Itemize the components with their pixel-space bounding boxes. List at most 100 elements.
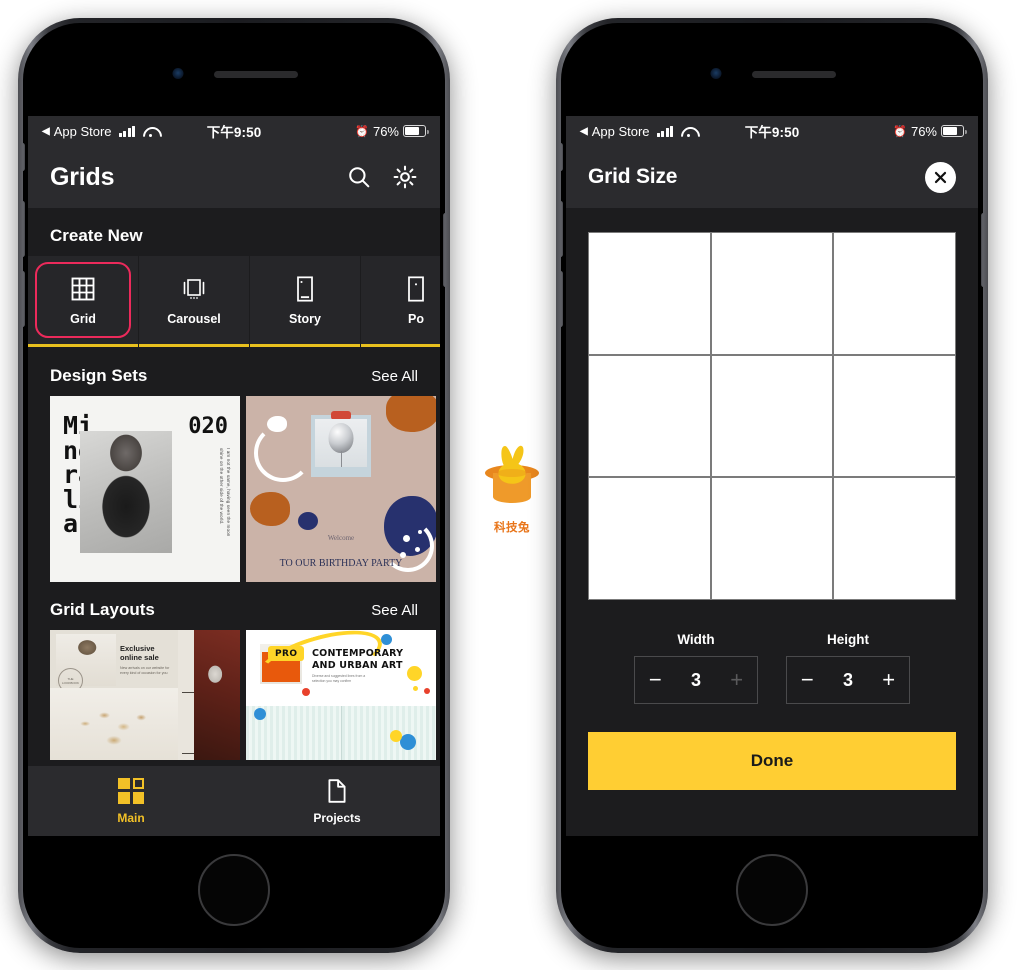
create-card-story[interactable]: Story [250,256,361,344]
decorative-dot [400,734,416,750]
home-button[interactable] [198,854,270,926]
earpiece-speaker [752,71,836,78]
battery-percent: 76% [910,123,937,139]
grid-cell[interactable] [711,233,833,354]
tab-label: Projects [313,810,361,825]
power-button[interactable] [443,213,445,287]
wifi-icon [143,126,158,138]
status-right: ⏰ 76% [355,124,429,139]
layout-headline: Exclusive online sale [120,644,159,663]
create-card-label: Carousel [167,311,221,326]
grid-cell[interactable] [589,478,710,599]
decorative-dot [254,708,266,720]
decorative-dot [390,730,402,742]
alarm-icon: ⏰ [893,125,907,138]
carrier-label: App Store [591,123,650,139]
home-button[interactable] [736,854,808,926]
create-new-row[interactable]: Grid Carousel Story Po [28,256,440,344]
see-all-grid-layouts[interactable]: See All [371,602,418,619]
silent-switch[interactable] [23,143,25,171]
height-label: Height [827,632,869,647]
grid-cell[interactable] [711,355,833,477]
width-stepper[interactable]: − 3 + [634,656,758,704]
create-card-label: Story [289,311,321,326]
decorative-dot [381,634,392,645]
earpiece-speaker [214,71,298,78]
status-time: 下午9:50 [744,125,800,140]
volume-down-button[interactable] [23,271,25,327]
layout-card-exclusive-sale[interactable]: Exclusive online sale New arrivals on our… [50,630,240,760]
done-button[interactable]: Done [588,732,956,790]
width-decrement-button[interactable]: − [635,669,676,691]
screen-left: ◀ App Store 下午9:50 ⏰ 76% Grids Create Ne… [28,116,440,836]
tab-bar: Main Projects [28,766,440,836]
grid-cell[interactable] [589,355,710,477]
design-card-birthday[interactable]: Welcome TO OUR BIRTHDAY PARTY [246,396,436,582]
width-label: Width [677,632,715,647]
height-stepper[interactable]: − 3 + [786,656,910,704]
stepper-row: Width − 3 + Height − 3 + [588,632,956,704]
signal-bars-icon [118,125,136,137]
layout-subtext: Diverse and suggested lines from a selec… [312,674,366,684]
grid-preview[interactable] [588,232,956,600]
grid-cell[interactable] [834,233,955,354]
watermark: 科技兔 [478,440,546,535]
nav-actions [346,164,418,190]
grid-icon [71,277,95,300]
gear-icon[interactable] [392,164,418,190]
volume-down-button[interactable] [561,271,563,327]
grid-cell[interactable] [589,233,710,354]
content-right: Width − 3 + Height − 3 + Done [566,208,978,836]
decorative-dot [424,688,430,694]
post-icon [408,275,424,302]
design-card-mineralia[interactable]: Mi ne ra li a 020 I am not the same, having … [50,396,240,582]
height-stepper-group: Height − 3 + [786,632,910,704]
decorative-dot [413,686,418,691]
phone-bezel: ◀ App Store 下午9:50 ⏰ 76% Grids Create Ne… [23,23,445,948]
grid-cell[interactable] [711,478,833,599]
decorative-dot [415,547,420,552]
layout-headline: CONTEMPORARY AND URBAN ART [312,648,404,672]
tab-projects[interactable]: Projects [234,766,440,836]
battery-icon [403,125,429,137]
alarm-icon: ⏰ [355,125,369,138]
design-sets-strip[interactable]: Mi ne ra li a 020 I am not the same, having … [28,396,440,582]
volume-up-button[interactable] [561,201,563,257]
height-increment-button[interactable]: + [868,669,909,691]
status-left: ◀ App Store [580,124,696,139]
create-card-post[interactable]: Po [361,256,440,344]
design-card-vertical-text: I am not the same, having seen the moon … [219,448,231,537]
see-all-design-sets[interactable]: See All [371,368,418,385]
volume-up-button[interactable] [23,201,25,257]
grid-cell[interactable] [834,478,955,599]
status-left: ◀ App Store [42,124,158,139]
layout-badge: PRO [268,646,305,661]
width-increment-button[interactable]: + [716,669,757,691]
status-right: ⏰ 76% [893,123,967,139]
silent-switch[interactable] [561,143,563,171]
status-time: 下午9:50 [206,125,262,140]
page-title: Grids [50,162,115,191]
layout-card-contemporary-art[interactable]: PRO CONTEMPORARY AND URBAN ART Diverse an… [246,630,436,760]
grid-layouts-strip[interactable]: Exclusive online sale New arrivals on our… [28,630,440,760]
search-icon[interactable] [346,164,372,190]
layout-subtext: New arrivals on our website for every ki… [120,666,170,676]
height-decrement-button[interactable]: − [787,669,828,691]
tab-main[interactable]: Main [28,766,234,836]
back-arrow-icon[interactable]: ◀ [42,126,50,137]
create-card-grid[interactable]: Grid [28,256,139,344]
decorative-dot [407,666,422,681]
close-button[interactable] [925,161,956,193]
content-left: Create New Grid Carousel Story Po Design… [28,208,440,836]
section-title-design-sets: Design Sets [50,366,148,385]
power-button[interactable] [981,213,983,287]
grid-size-body: Width − 3 + Height − 3 + [566,208,978,704]
create-card-carousel[interactable]: Carousel [139,256,250,344]
design-sets-header: Design Sets See All [28,348,440,396]
back-arrow-icon[interactable]: ◀ [580,126,588,137]
status-bar: ◀ App Store 下午9:50 ⏰ 76% [566,116,978,146]
polaroid-photo [315,419,367,467]
nav-bar-left: Grids [28,146,440,208]
grid-cell[interactable] [834,355,955,477]
height-value: 3 [843,669,854,690]
